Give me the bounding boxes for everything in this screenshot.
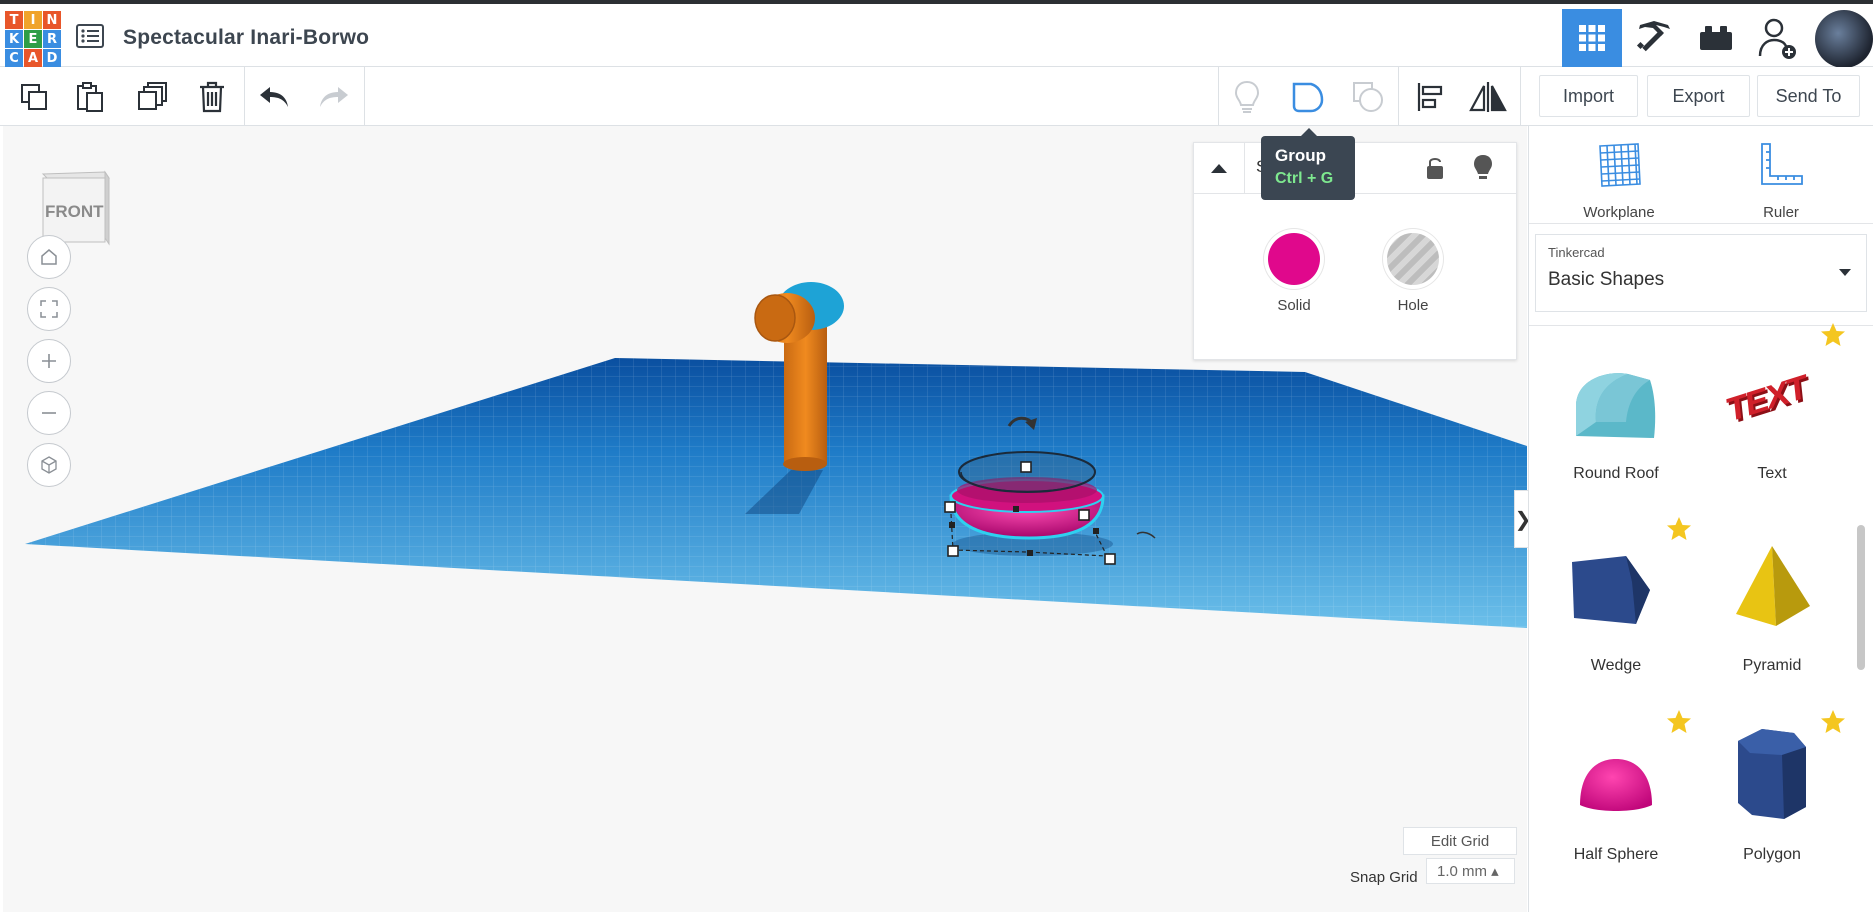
logo-letter: C [5, 49, 23, 67]
paste-icon[interactable] [68, 75, 112, 119]
logo-letter: A [24, 49, 42, 67]
group-tooltip: Group Ctrl + G [1261, 128, 1355, 200]
tinkercad-logo[interactable]: TIN KER CAD [5, 11, 61, 67]
shape-half-sphere[interactable]: Half Sphere [1541, 719, 1691, 889]
undo-icon[interactable] [252, 75, 296, 119]
workplane-viewport[interactable]: FRONT S) [3, 126, 1527, 912]
shape-label: Wedge [1590, 657, 1642, 674]
logo-letter: E [24, 30, 42, 48]
shapes-library-panel: Workplane Ruler Tinkercad Basic Shapes R… [1528, 126, 1873, 912]
logo-letter: D [43, 49, 61, 67]
caret-up-icon [1211, 164, 1227, 173]
3d-view-grid-icon[interactable] [1562, 9, 1622, 67]
align-icon[interactable] [1408, 75, 1452, 119]
view-cube-front-label: FRONT [45, 202, 104, 221]
ortho-view-icon [41, 456, 57, 474]
round-roof-icon [1576, 373, 1656, 438]
shape-label: Half Sphere [1573, 846, 1659, 863]
design-title[interactable]: Spectacular Inari-Borwo [123, 26, 369, 50]
shape-round-roof[interactable]: Round Roof [1541, 334, 1691, 504]
shape-label: Polygon [1743, 846, 1801, 863]
solid-color-swatch[interactable] [1268, 233, 1320, 285]
tinkercad-editor: TIN KER CAD Spectacular Inari-Borwo Import… [0, 0, 1873, 912]
snap-grid-label: Snap Grid [1350, 869, 1418, 886]
toolbar-separator [364, 67, 365, 125]
toolbar-separator [244, 67, 245, 125]
shape-polygon[interactable]: Polygon [1697, 719, 1847, 889]
snap-grid-select[interactable]: 1.0 mm ▴ [1426, 858, 1515, 884]
send-to-button[interactable]: Send To [1757, 75, 1860, 117]
user-avatar[interactable] [1815, 10, 1873, 68]
shape-label: Pyramid [1742, 657, 1802, 674]
tooltip-title: Group [1275, 146, 1326, 165]
workplane-icon [1599, 143, 1641, 187]
tooltip-shortcut: Ctrl + G [1275, 170, 1334, 187]
import-button[interactable]: Import [1539, 75, 1638, 117]
visibility-bulb-icon[interactable] [1472, 153, 1494, 186]
hole-label: Hole [1397, 297, 1429, 314]
duplicate-icon[interactable] [130, 75, 174, 119]
toolbar-separator [1520, 67, 1521, 125]
toolbar-separator [1398, 67, 1399, 125]
add-user-icon[interactable] [1748, 9, 1808, 67]
workplane-label: Workplane [1583, 204, 1655, 221]
fit-view-button[interactable] [27, 287, 71, 331]
logo-letter: R [43, 30, 61, 48]
export-button[interactable]: Export [1647, 75, 1750, 117]
home-view-button[interactable] [27, 235, 71, 279]
workplane-tool[interactable]: Workplane [1569, 142, 1669, 230]
design-list-icon[interactable] [76, 24, 104, 48]
zoom-out-button[interactable] [27, 391, 71, 435]
ortho-view-button[interactable] [27, 443, 71, 487]
zoom-in-icon [42, 354, 56, 368]
polygon-icon [1738, 729, 1806, 819]
zoom-in-button[interactable] [27, 339, 71, 383]
library-name: Basic Shapes [1548, 269, 1665, 290]
panel-divider [1529, 223, 1873, 224]
wedge-icon [1572, 556, 1650, 624]
edit-grid-button[interactable]: Edit Grid [1403, 827, 1517, 855]
shape-library-select[interactable]: Tinkercad Basic Shapes [1535, 234, 1867, 312]
delete-icon[interactable] [190, 75, 234, 119]
toolbar-separator [1218, 67, 1219, 125]
shape-wedge[interactable]: Wedge [1541, 526, 1691, 696]
text-shape-icon: TEXT [1725, 368, 1808, 430]
library-source-label: Tinkercad [1548, 245, 1605, 260]
main-toolbar: Import Export Send To [0, 67, 1873, 126]
redo-icon[interactable] [312, 75, 356, 119]
ruler-label: Ruler [1763, 204, 1799, 221]
ungroup-icon[interactable] [1346, 75, 1390, 119]
shape-text[interactable]: TEXT Text [1697, 334, 1847, 504]
pickaxe-icon[interactable] [1624, 9, 1684, 67]
hole-swatch[interactable] [1387, 233, 1439, 285]
solid-label: Solid [1277, 297, 1311, 314]
bricks-icon[interactable] [1686, 9, 1746, 67]
light-bulb-icon[interactable] [1225, 75, 1269, 119]
ruler-icon [1761, 143, 1803, 185]
chevron-down-icon [1839, 269, 1851, 276]
top-bar: TIN KER CAD Spectacular Inari-Borwo [0, 4, 1873, 68]
mirror-icon[interactable] [1466, 75, 1510, 119]
shape-pyramid[interactable]: Pyramid [1697, 526, 1847, 696]
zoom-out-icon [42, 412, 56, 414]
pyramid-icon [1736, 546, 1810, 626]
group-icon[interactable] [1286, 75, 1330, 119]
logo-letter: K [5, 30, 23, 48]
shape-inspector-panel: S) Solid Hole [1193, 142, 1517, 360]
fit-view-icon [40, 300, 58, 318]
lock-icon[interactable] [1424, 155, 1446, 186]
copy-icon[interactable] [12, 75, 56, 119]
logo-letter: N [43, 11, 61, 29]
ruler-tool[interactable]: Ruler [1731, 142, 1831, 230]
shape-label: Text [1757, 465, 1787, 482]
logo-letter: T [5, 11, 23, 29]
home-icon [41, 249, 57, 265]
half-sphere-icon [1580, 759, 1652, 811]
collapse-panel-button[interactable] [1194, 143, 1245, 193]
shape-label: Round Roof [1573, 465, 1659, 482]
shapes-scrollbar[interactable] [1857, 525, 1865, 670]
logo-letter: I [24, 11, 42, 29]
